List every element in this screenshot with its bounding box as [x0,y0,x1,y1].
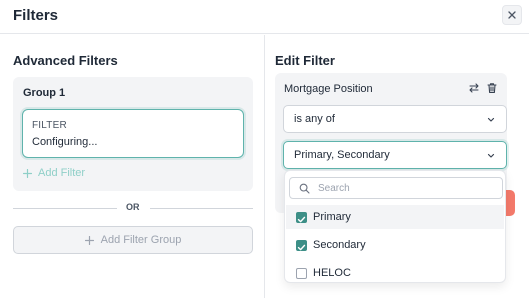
check-icon [297,216,306,222]
values-select[interactable]: Primary, Secondary [283,141,507,169]
edit-filter-panel: Edit Filter Mortgage Position is any of … [265,35,529,298]
check-icon [297,244,306,250]
advanced-filters-panel: Advanced Filters Group 1 FILTER Configur… [0,35,264,298]
option-label: HELOC [313,267,351,279]
filter-card[interactable]: FILTER Configuring... [22,109,244,158]
advanced-filters-title: Advanced Filters [13,53,118,68]
option-primary[interactable]: Primary [286,205,504,229]
dialog-header: Filters [0,0,529,34]
add-filter-group-button[interactable]: Add Filter Group [13,226,253,254]
checkbox-checked[interactable] [296,211,307,223]
checkbox-checked[interactable] [296,239,307,251]
group-title: Group 1 [23,87,66,99]
close-icon [508,11,516,19]
filter-label: FILTER [32,120,67,131]
trash-icon[interactable] [486,82,498,94]
chevron-down-icon [487,153,495,158]
search-input[interactable] [318,181,498,196]
edit-filter-title: Edit Filter [275,53,335,68]
option-secondary[interactable]: Secondary [286,233,504,257]
plus-icon [23,168,32,178]
dropdown-search [289,177,503,199]
values-selected: Primary, Secondary [294,149,390,161]
or-divider-right [150,208,253,209]
dialog-title: Filters [13,7,59,24]
add-filter-group-label: Add Filter Group [100,234,182,246]
filter-status: Configuring... [32,136,98,148]
checkbox-unchecked[interactable] [296,267,307,279]
or-label: OR [126,202,140,212]
search-icon [299,183,310,194]
add-filter-button[interactable]: Add Filter [23,167,85,179]
values-dropdown: Primary Secondary HELOC [284,170,506,283]
operator-value: is any of [294,113,335,125]
field-name: Mortgage Position [284,83,373,95]
filter-group-1: Group 1 FILTER Configuring... Add Filter [13,77,253,191]
close-button[interactable] [502,5,522,25]
add-filter-label: Add Filter [38,167,86,179]
swap-icon[interactable] [468,82,480,94]
option-label: Primary [313,211,351,223]
option-label: Secondary [313,239,366,251]
chevron-down-icon [487,117,495,122]
operator-select[interactable]: is any of [283,105,507,133]
option-heloc[interactable]: HELOC [286,261,504,285]
or-divider-left [13,208,117,209]
plus-icon [84,235,94,245]
